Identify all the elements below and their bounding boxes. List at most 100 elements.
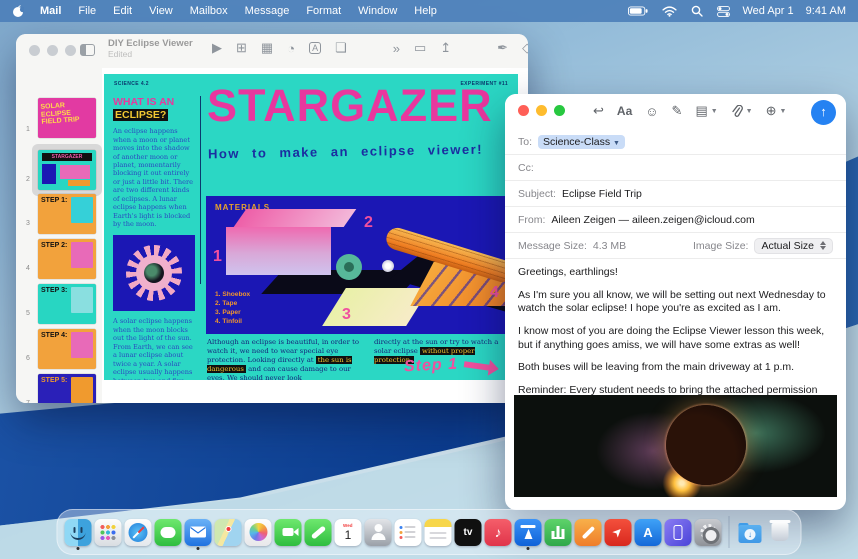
wifi-icon[interactable]: [662, 6, 677, 17]
more-icon[interactable]: »: [393, 41, 400, 56]
animate-icon[interactable]: ◇: [522, 40, 528, 56]
dock-mail[interactable]: [185, 519, 212, 546]
menu-item-view[interactable]: View: [149, 5, 173, 17]
markup-icon[interactable]: ✎: [672, 103, 683, 119]
dock-downloads[interactable]: ↓: [737, 519, 764, 546]
step-annotation[interactable]: Step 1: [404, 356, 459, 377]
dock-messages[interactable]: [155, 519, 182, 546]
attach-icon[interactable]: ▼: [731, 105, 753, 118]
dock-trash[interactable]: [767, 519, 794, 546]
format-icon[interactable]: ✒: [497, 40, 508, 56]
search-icon[interactable]: [691, 5, 703, 17]
thumb-art: [68, 180, 90, 186]
chart-icon[interactable]: ◔: [287, 41, 295, 56]
cc-field[interactable]: Cc:: [505, 155, 846, 181]
control-center-icon[interactable]: [717, 6, 730, 17]
eclipse-paragraph-2[interactable]: A solar eclipse happens when the moon bl…: [113, 317, 195, 380]
to-field[interactable]: To: Science-Class ▼: [505, 129, 846, 155]
emoji-icon[interactable]: ☺: [645, 104, 658, 119]
close-button[interactable]: [518, 105, 529, 116]
format-icon[interactable]: Aa: [617, 104, 632, 118]
course-tag[interactable]: SCIENCE 4.2: [114, 81, 149, 87]
dock-calendar[interactable]: Wed 1: [335, 519, 362, 546]
dock-pages[interactable]: [575, 519, 602, 546]
comment-icon[interactable]: ▭: [414, 40, 426, 56]
close-button[interactable]: [29, 45, 40, 56]
subject-field[interactable]: Subject: Eclipse Field Trip: [505, 181, 846, 207]
dock-photos[interactable]: [245, 519, 272, 546]
material-item: 4. Tinfoil: [215, 318, 250, 327]
zoom-button[interactable]: [554, 105, 565, 116]
slide-thumbnail-6[interactable]: STEP 4:: [38, 329, 96, 369]
dock-app-store[interactable]: A: [635, 519, 662, 546]
minimize-button[interactable]: [47, 45, 58, 56]
safari-icon: [125, 519, 152, 546]
image-size-select[interactable]: Actual Size: [754, 238, 833, 254]
send-button[interactable]: ↑: [811, 100, 836, 125]
materials-box[interactable]: MATERIALS 1 2 3 4 1. Shoebox 2. Tape 3. …: [206, 196, 518, 334]
menu-item-format[interactable]: Format: [306, 5, 341, 17]
slide-title[interactable]: STARGAZER: [207, 80, 513, 132]
menu-time[interactable]: 9:41 AM: [806, 5, 846, 17]
dock-music[interactable]: ♪: [485, 519, 512, 546]
battery-icon[interactable]: [628, 6, 648, 16]
eclipse-heading[interactable]: WHAT IS AN ECLIPSE?: [113, 96, 195, 121]
sidebar-toggle-icon[interactable]: [80, 44, 95, 56]
slide-subtitle[interactable]: How to make an eclipse viewer!: [208, 142, 483, 162]
play-icon[interactable]: ▶: [212, 40, 222, 56]
mail-toolbar[interactable]: ↩ Aa ☺ ✎ ▤▼ ▼ ⊕▼ ↑: [505, 94, 846, 129]
menu-app-name[interactable]: Mail: [40, 5, 61, 17]
mail-window-controls[interactable]: [518, 105, 565, 116]
share-icon[interactable]: ↥: [440, 40, 451, 56]
dock-maps[interactable]: [215, 519, 242, 546]
menu-item-window[interactable]: Window: [358, 5, 397, 17]
chevron-down-icon: ▼: [711, 108, 718, 115]
insert-icon[interactable]: ⊕▼: [766, 103, 787, 119]
dock-facetime[interactable]: [275, 519, 302, 546]
apple-menu-icon[interactable]: [12, 4, 24, 18]
menu-item-message[interactable]: Message: [245, 5, 290, 17]
recipient-token[interactable]: Science-Class ▼: [538, 135, 625, 149]
slide-thumbnail-2[interactable]: STARGAZER: [38, 150, 96, 190]
dock-safari[interactable]: [125, 519, 152, 546]
dock-notes[interactable]: [425, 519, 452, 546]
eclipse-paragraph-1[interactable]: An eclipse happens when a moon or planet…: [113, 127, 195, 228]
left-column[interactable]: WHAT IS AN ECLIPSE? An eclipse happens w…: [113, 96, 195, 380]
add-slide-icon[interactable]: ⊞: [236, 40, 247, 56]
menu-item-mailbox[interactable]: Mailbox: [190, 5, 228, 17]
slide-thumbnail-5[interactable]: STEP 3:: [38, 284, 96, 324]
dock-keynote[interactable]: [515, 519, 542, 546]
stargazer-slide[interactable]: SCIENCE 4.2 EXPERIMENT #11 WHAT IS AN EC…: [104, 74, 518, 380]
keynote-titlebar[interactable]: DIY Eclipse Viewer Edited ▶ ⊞ ▦ ◔ A ❏ » …: [16, 34, 528, 68]
from-field[interactable]: From: Aileen Zeigen — aileen.zeigen@iclo…: [505, 207, 846, 233]
keynote-window-controls[interactable]: [29, 45, 76, 56]
slide-thumbnail-3[interactable]: STEP 1:: [38, 194, 96, 234]
dock-reminders[interactable]: [395, 519, 422, 546]
menu-date[interactable]: Wed Apr 1: [742, 5, 793, 17]
dock-system-settings[interactable]: [695, 519, 722, 546]
slide-thumbnail-7[interactable]: STEP 5:: [38, 374, 96, 403]
table-icon[interactable]: ▦: [261, 40, 273, 56]
dock-iphone-mirroring[interactable]: [665, 519, 692, 546]
dock-games[interactable]: ➤: [605, 519, 632, 546]
menu-item-edit[interactable]: Edit: [113, 5, 132, 17]
caution-text-left[interactable]: Although an eclipse is beautiful, in ord…: [207, 338, 367, 380]
slide-thumbnail-4[interactable]: STEP 2:: [38, 239, 96, 279]
reply-icon[interactable]: ↩: [593, 103, 604, 119]
sun-illustration[interactable]: [113, 235, 195, 311]
eclipse-photo-attachment[interactable]: [514, 395, 837, 497]
zoom-button[interactable]: [65, 45, 76, 56]
slide-thumbnail-1[interactable]: SOLAR ECLIPSE FIELD TRIP: [38, 98, 96, 138]
dock-contacts[interactable]: [365, 519, 392, 546]
dock-phone[interactable]: [305, 519, 332, 546]
menu-item-help[interactable]: Help: [414, 5, 437, 17]
dock-finder[interactable]: [65, 519, 92, 546]
text-icon[interactable]: A: [309, 42, 321, 54]
template-icon[interactable]: ▤▼: [695, 103, 717, 119]
minimize-button[interactable]: [536, 105, 547, 116]
dock-tv[interactable]: tv: [455, 519, 482, 546]
dock-numbers[interactable]: [545, 519, 572, 546]
shape-icon[interactable]: ❏: [335, 40, 347, 56]
menu-item-file[interactable]: File: [78, 5, 96, 17]
dock-launchpad[interactable]: [95, 519, 122, 546]
